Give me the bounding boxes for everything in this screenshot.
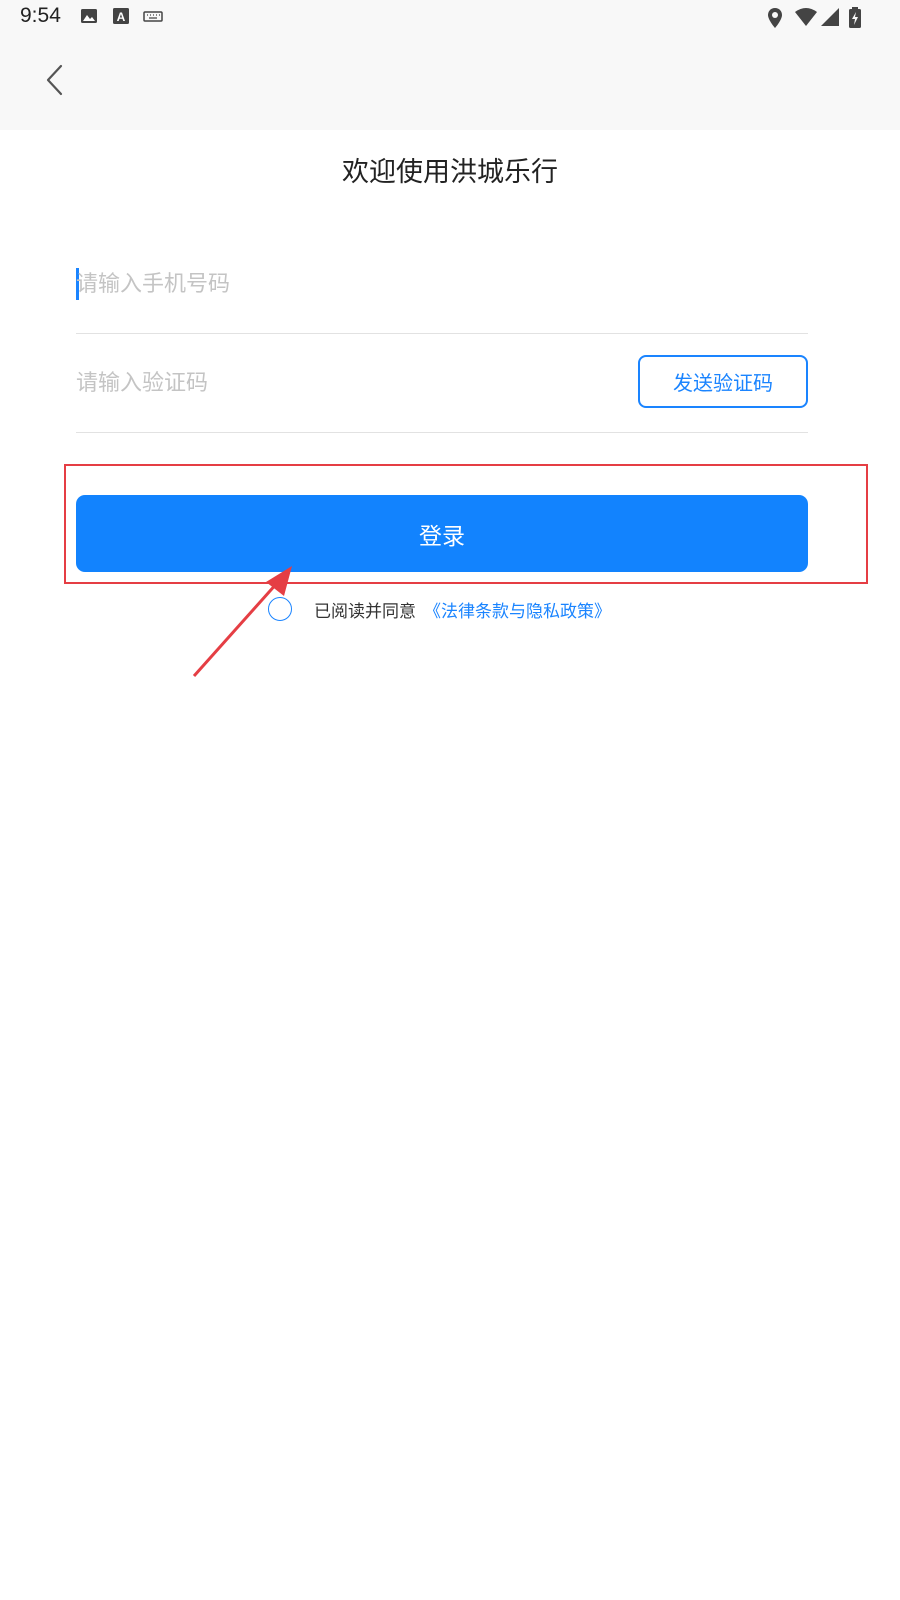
keyboard-icon — [143, 7, 163, 29]
send-code-button[interactable]: 发送验证码 — [638, 355, 808, 408]
back-button[interactable] — [30, 58, 78, 106]
page-title: 欢迎使用洪城乐行 — [342, 157, 558, 188]
battery-charging-icon — [848, 7, 862, 33]
chevron-left-icon — [44, 64, 64, 100]
image-icon — [80, 7, 98, 29]
policy-link[interactable]: 《法律条款与隐私政策》 — [424, 597, 611, 622]
agree-checkbox[interactable] — [268, 597, 292, 621]
phone-input[interactable] — [76, 236, 808, 332]
verification-code-input[interactable] — [76, 335, 616, 431]
status-time: 9:54 — [20, 4, 61, 27]
verification-code-field: 发送验证码 — [76, 335, 808, 433]
location-icon — [766, 7, 784, 33]
status-bar: 9:54 A — [0, 0, 900, 36]
annotation-highlight-box — [64, 464, 868, 584]
cellular-signal-icon — [820, 7, 840, 31]
wifi-icon — [794, 7, 818, 31]
agreement-row: 已阅读并同意 《法律条款与隐私政策》 — [268, 594, 611, 624]
text-a-icon: A — [112, 7, 130, 29]
agreement-text: 已阅读并同意 — [314, 601, 416, 622]
phone-field — [76, 236, 808, 334]
nav-bar — [0, 36, 900, 130]
svg-text:A: A — [117, 10, 126, 24]
